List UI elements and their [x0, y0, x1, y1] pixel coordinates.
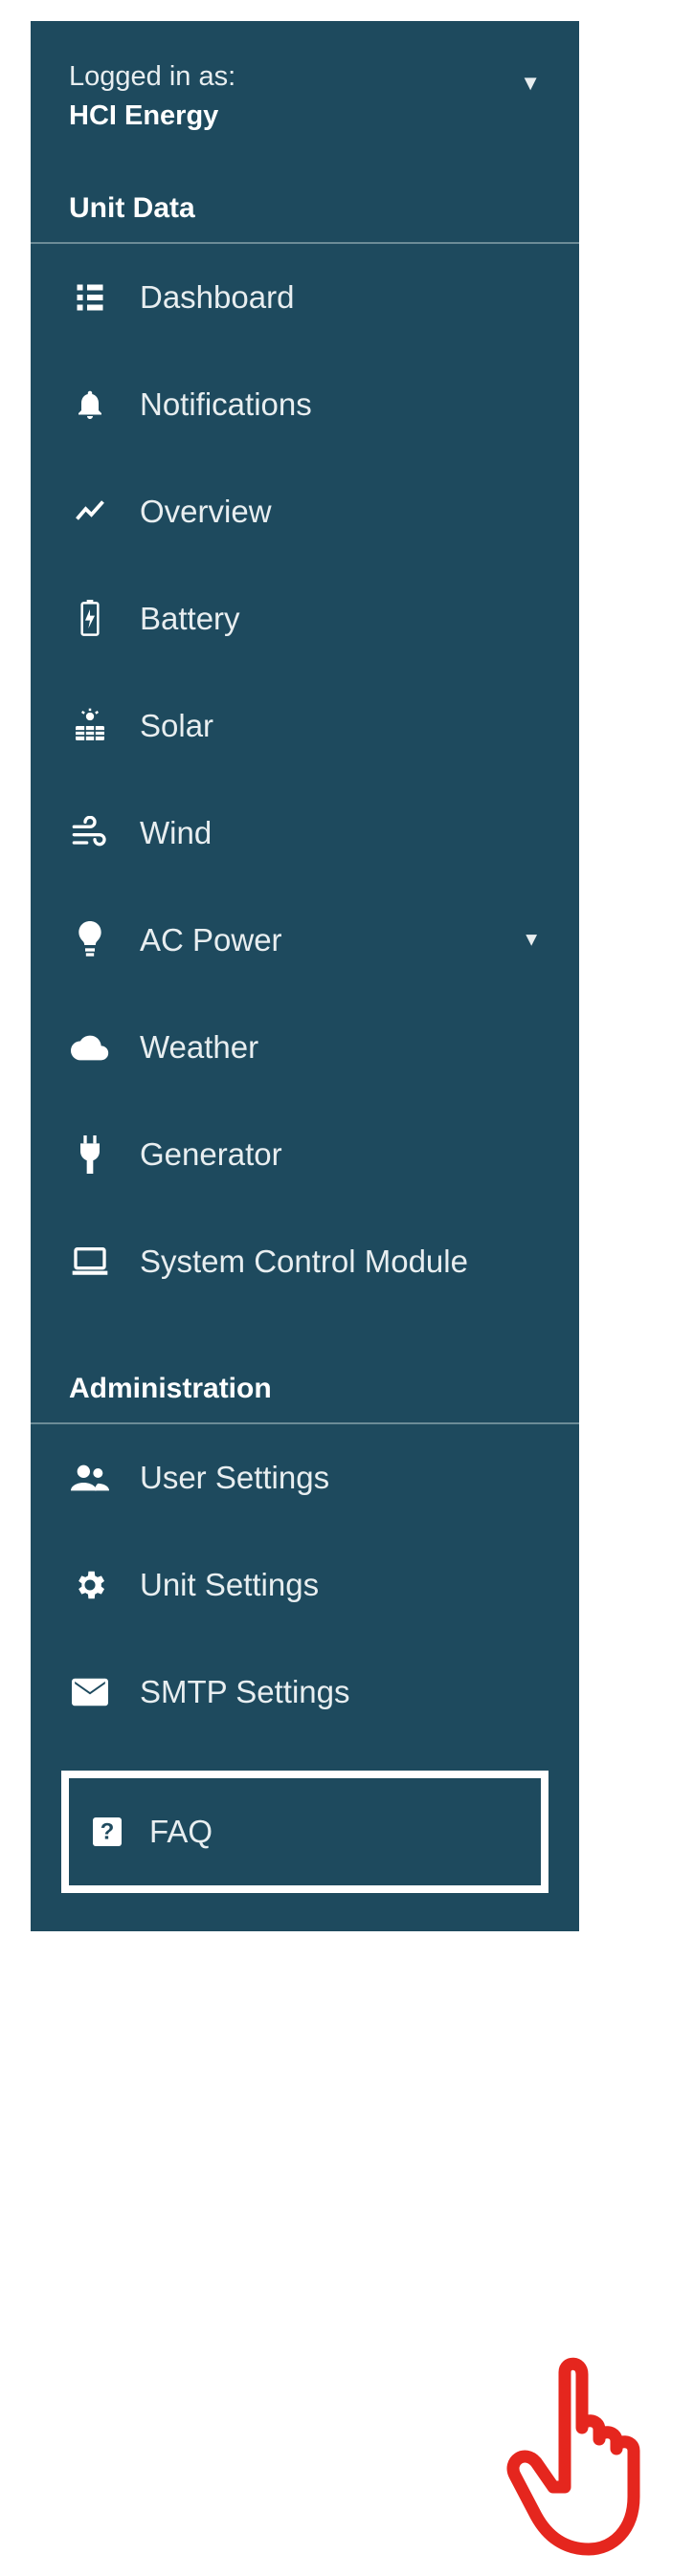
nav-label: Wind [140, 813, 212, 854]
nav-label: System Control Module [140, 1242, 468, 1283]
sidebar: Logged in as: HCI Energy ▼ Unit Data Das… [31, 21, 579, 1931]
nav-solar[interactable]: Solar [31, 672, 579, 780]
wind-icon [69, 812, 111, 854]
section-administration: Administration [31, 1315, 579, 1424]
chart-line-icon [69, 491, 111, 533]
nav-label: Dashboard [140, 277, 294, 319]
dashboard-icon [69, 276, 111, 319]
nav-label: Generator [140, 1134, 282, 1176]
nav-label: Solar [140, 706, 213, 747]
login-dropdown[interactable]: Logged in as: HCI Energy ▼ [31, 21, 579, 135]
nav-weather[interactable]: Weather [31, 994, 579, 1101]
solar-panel-icon [69, 705, 111, 747]
nav-label: FAQ [149, 1814, 213, 1850]
nav-unit-settings[interactable]: Unit Settings [31, 1531, 579, 1639]
cloud-icon [69, 1026, 111, 1068]
nav-faq[interactable]: ? FAQ [61, 1771, 548, 1893]
nav-battery[interactable]: Battery [31, 565, 579, 672]
nav-overview[interactable]: Overview [31, 458, 579, 565]
nav-wind[interactable]: Wind [31, 780, 579, 887]
nav-system-control-module[interactable]: System Control Module [31, 1208, 579, 1315]
users-icon [69, 1457, 111, 1499]
plug-icon [69, 1134, 111, 1176]
section-unit-data: Unit Data [31, 135, 579, 244]
battery-icon [69, 598, 111, 640]
login-user: HCI Energy [69, 97, 235, 136]
nav-label: Overview [140, 492, 272, 533]
nav-label: Unit Settings [140, 1565, 319, 1606]
gear-icon [69, 1564, 111, 1606]
bulb-icon [69, 919, 111, 961]
nav-label: User Settings [140, 1458, 329, 1499]
nav-label: AC Power [140, 920, 282, 961]
mail-icon [69, 1671, 111, 1713]
nav-dashboard[interactable]: Dashboard [31, 244, 579, 351]
nav-generator[interactable]: Generator [31, 1101, 579, 1208]
nav-ac-power[interactable]: AC Power ▼ [31, 887, 579, 994]
active-indicator [0, 1531, 10, 1639]
nav-notifications[interactable]: Notifications [31, 351, 579, 458]
nav-label: Battery [140, 599, 240, 640]
nav-label: Notifications [140, 385, 312, 426]
nav-label: Weather [140, 1027, 258, 1068]
login-caption: Logged in as: [69, 57, 235, 97]
svg-text:?: ? [101, 1819, 115, 1845]
bell-icon [69, 384, 111, 426]
nav-smtp-settings[interactable]: SMTP Settings [31, 1639, 579, 1746]
pointer-hand-icon [498, 2353, 689, 2564]
nav-user-settings[interactable]: User Settings [31, 1424, 579, 1531]
laptop-icon [69, 1241, 111, 1283]
caret-down-icon: ▼ [520, 57, 541, 96]
help-icon: ? [86, 1811, 128, 1853]
nav-label: SMTP Settings [140, 1672, 349, 1713]
caret-down-icon: ▼ [522, 930, 541, 952]
